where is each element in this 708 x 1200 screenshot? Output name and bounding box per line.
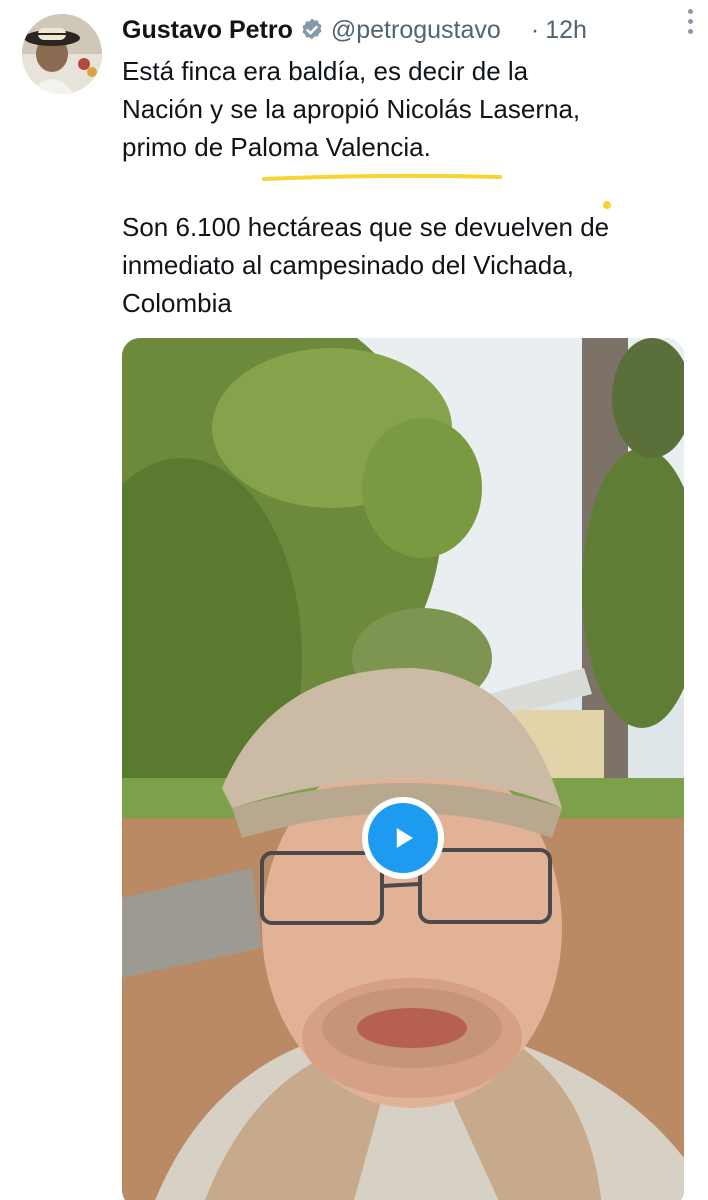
tweet-text-line: Está finca era baldía, es decir de la — [122, 56, 529, 86]
verified-badge-icon — [299, 17, 325, 43]
video-thumbnail[interactable] — [122, 338, 684, 1200]
tweet-text-line: Son 6.100 hectáreas que se devuelven de — [122, 212, 610, 242]
author-handle[interactable]: @petrogustavo — [331, 16, 523, 45]
play-button[interactable] — [362, 797, 444, 879]
tweet-text-paragraph-1: Está finca era baldía, es decir de la Na… — [122, 52, 692, 166]
author-name[interactable]: Gustavo Petro — [122, 16, 293, 45]
yellow-underline-annotation — [262, 170, 502, 181]
tweet-text-line: Colombia — [122, 288, 232, 318]
timestamp[interactable]: 12h — [545, 16, 587, 45]
play-icon — [368, 803, 438, 873]
tweet-header: Gustavo Petro @petrogustavo · 12h — [122, 12, 692, 48]
tweet: Gustavo Petro @petrogustavo · 12h Está f… — [0, 0, 708, 1200]
tweet-text-line: primo de Paloma Valencia. — [122, 132, 431, 162]
more-options-icon[interactable] — [678, 6, 702, 36]
tweet-text-line: inmediato al campesinado del Vichada, — [122, 250, 574, 280]
tweet-text-line: Nación y se la apropió Nicolás Laserna, — [122, 94, 581, 124]
avatar[interactable] — [22, 14, 102, 94]
separator-dot: · — [530, 15, 540, 44]
tweet-text-paragraph-2: Son 6.100 hectáreas que se devuelven de … — [122, 208, 692, 322]
